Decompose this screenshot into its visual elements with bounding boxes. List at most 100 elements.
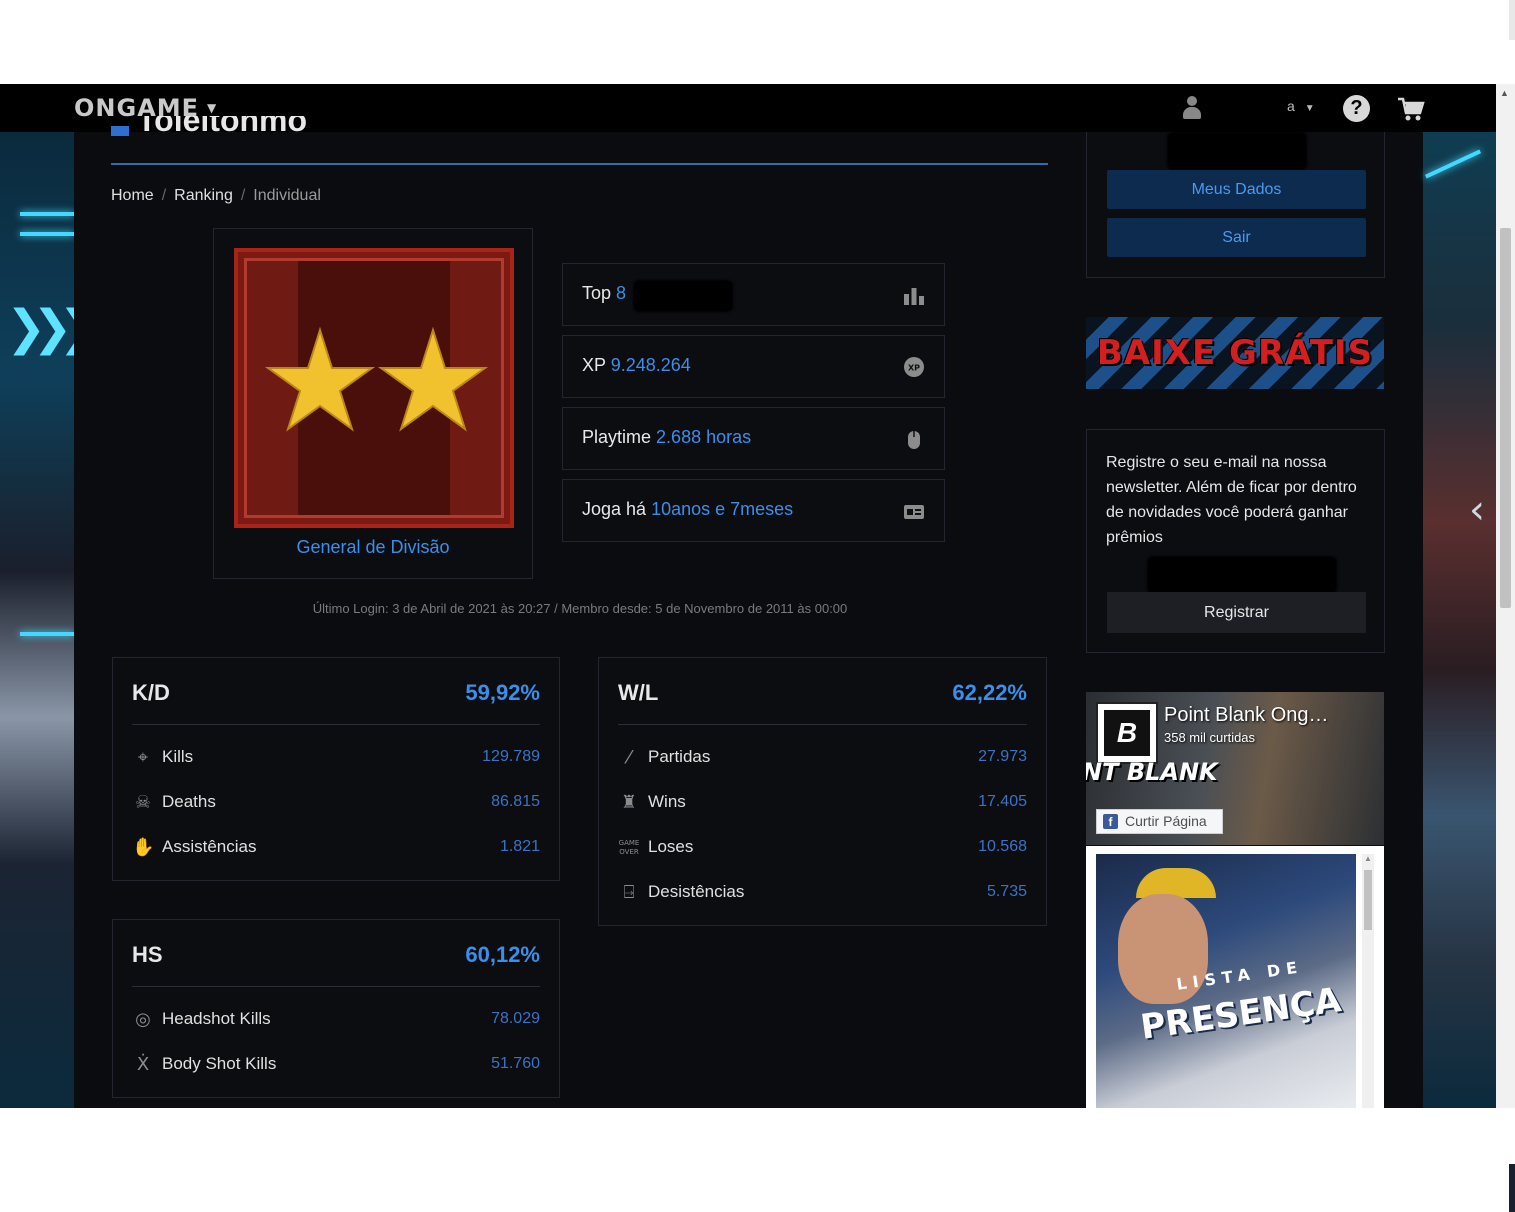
stat-xp-value: 9.248.264	[610, 355, 691, 375]
chevron-down-icon: ▼	[207, 101, 218, 115]
download-banner[interactable]: BAIXE GRÁTIS	[1086, 317, 1384, 389]
user-avatar-icon[interactable]	[1183, 96, 1201, 120]
fb-likes-count: 358 mil curtidas	[1164, 730, 1256, 745]
wl-desistencias-label: Desistências	[648, 882, 745, 901]
promo-feed[interactable]: LISTA DE PRESENÇA ▲	[1086, 846, 1384, 1108]
stat-playtime-value: 2.688 horas	[656, 427, 752, 447]
wl-row-loses: GAME OVER Loses 10.568	[618, 835, 1027, 861]
wl-percent: 62,22%	[952, 680, 1027, 705]
browser-scroll-thumb[interactable]	[1500, 228, 1511, 608]
scroll-up-icon[interactable]: ▲	[1500, 88, 1509, 98]
wl-loses-value: 10.568	[978, 838, 1027, 855]
scroll-up-icon[interactable]: ▲	[1364, 854, 1372, 863]
window-edge	[1509, 1164, 1515, 1212]
kd-row-assists: ✋ Assistências 1.821	[132, 835, 540, 861]
hand-icon: ✋	[132, 837, 155, 858]
kd-assists-label: Assistências	[162, 837, 257, 856]
fb-like-label: Curtir Página	[1125, 813, 1207, 829]
game-over-icon: GAME OVER	[618, 839, 640, 856]
redacted-area	[633, 280, 733, 312]
helmet-shape	[1136, 868, 1216, 898]
hs-headshot-value: 78.029	[491, 1010, 540, 1027]
right-side-artwork: ‹	[1423, 132, 1496, 1108]
redacted-email-input[interactable]	[1147, 556, 1337, 594]
kd-row-deaths: ☠ Deaths 86.815	[132, 790, 540, 816]
star-right	[377, 326, 489, 432]
neon-line	[20, 232, 74, 236]
kd-percent: 59,92%	[465, 680, 540, 705]
browser-scrollbar[interactable]: ▲	[1496, 84, 1515, 1108]
kd-header: K/D 59,92%	[132, 680, 540, 725]
fb-cover-brand: NT BLANK	[1086, 758, 1218, 786]
wl-row-partidas: ⁄ Partidas 27.973	[618, 745, 1027, 771]
kd-deaths-value: 86.815	[491, 793, 540, 810]
rifle-icon: ⁄	[627, 747, 631, 768]
meus-dados-button[interactable]: Meus Dados	[1107, 170, 1366, 209]
skull-icon: ☠	[134, 792, 152, 813]
rank-insignia	[234, 248, 514, 528]
stat-top-label: Top	[582, 283, 612, 303]
redacted-area	[1167, 132, 1307, 170]
body-icon: Ẋ	[136, 1054, 150, 1075]
banner-text: BAIXE GRÁTIS	[1096, 333, 1374, 373]
registrar-button[interactable]: Registrar	[1107, 592, 1366, 633]
rank-card: General de Divisão	[213, 228, 533, 579]
stat-playtime: Playtime 2.688 horas	[582, 427, 751, 448]
sair-button[interactable]: Sair	[1107, 218, 1366, 257]
account-box: Meus Dados Sair	[1086, 132, 1385, 278]
kd-deaths-label: Deaths	[162, 792, 216, 811]
stat-xp-card: XP 9.248.264 XP	[562, 335, 945, 398]
hs-headshot-label: Headshot Kills	[162, 1009, 271, 1028]
xp-coin-icon: XP	[904, 357, 924, 377]
breadcrumb: Home / Ranking / Individual	[111, 187, 321, 205]
wl-wins-value: 17.405	[978, 793, 1027, 810]
neon-line	[20, 632, 74, 636]
facebook-page-widget[interactable]: B Point Blank Ong… 358 mil curtidas NT B…	[1086, 692, 1384, 845]
fb-like-button[interactable]: f Curtir Página	[1096, 809, 1223, 834]
wl-desistencias-value: 5.735	[986, 883, 1027, 900]
carousel-prev-icon[interactable]: ‹	[1469, 487, 1485, 533]
cart-icon[interactable]	[1397, 96, 1425, 122]
head-target-icon: ◎	[135, 1009, 151, 1030]
mouse-icon	[908, 431, 920, 449]
star-left	[264, 326, 376, 432]
login-info: Último Login: 3 de Abril de 2021 às 20:2…	[312, 601, 848, 616]
hs-panel: HS 60,12% ◎ Headshot Kills 78.029 Ẋ Body…	[112, 919, 560, 1098]
kd-title: K/D	[132, 680, 170, 705]
breadcrumb-separator: /	[240, 187, 246, 204]
fb-page-name[interactable]: Point Blank Ong…	[1164, 704, 1329, 727]
wl-partidas-label: Partidas	[648, 747, 711, 766]
wl-row-desistencias: ⍈ Desistências 5.735	[618, 880, 1027, 906]
stat-xp-label: XP	[582, 355, 606, 375]
help-icon[interactable]: ?	[1343, 95, 1370, 122]
stat-playtime-label: Playtime	[582, 427, 652, 447]
wl-partidas-value: 27.973	[978, 748, 1027, 765]
chevron-down-icon: ▼	[1304, 103, 1315, 114]
fb-page-avatar[interactable]: B	[1096, 702, 1158, 764]
promo-image[interactable]: LISTA DE PRESENÇA	[1096, 854, 1356, 1108]
breadcrumb-home[interactable]: Home	[111, 187, 154, 204]
user-dropdown-label: a	[1287, 98, 1295, 114]
wl-title: W/L	[618, 680, 659, 705]
stat-joga-value: 10anos e 7meses	[651, 499, 794, 519]
user-dropdown[interactable]: a ▼	[1287, 98, 1315, 114]
hs-title: HS	[132, 942, 163, 967]
wl-row-wins: ♜ Wins 17.405	[618, 790, 1027, 816]
breadcrumb-ranking[interactable]: Ranking	[174, 187, 233, 204]
wl-panel: W/L 62,22% ⁄ Partidas 27.973 ♜ Wins 17.4…	[598, 657, 1047, 926]
rank-name[interactable]: General de Divisão	[214, 537, 532, 558]
newsletter-text: Registre o seu e-mail na nossa newslette…	[1106, 454, 1357, 546]
page-title-text: Toleltohmo	[137, 116, 308, 138]
left-side-artwork: ❯❯❯	[0, 132, 99, 1108]
user-head-shape	[1187, 96, 1197, 106]
page-viewport: ❯❯❯ ‹ ONGAME ▼ a ▼ ? Toleltohmo Home / R…	[0, 84, 1496, 1108]
feed-scroll-thumb[interactable]	[1364, 870, 1372, 930]
hs-bodyshot-label: Body Shot Kills	[162, 1054, 277, 1073]
kd-row-kills: ⌖ Kills 129.789	[132, 745, 540, 771]
hs-bodyshot-value: 51.760	[491, 1055, 540, 1072]
breadcrumb-current: Individual	[253, 187, 321, 204]
hs-percent: 60,12%	[465, 942, 540, 967]
feed-scrollbar[interactable]: ▲	[1362, 854, 1374, 1108]
id-card-icon	[904, 505, 924, 519]
svg-text:XP: XP	[908, 364, 920, 373]
